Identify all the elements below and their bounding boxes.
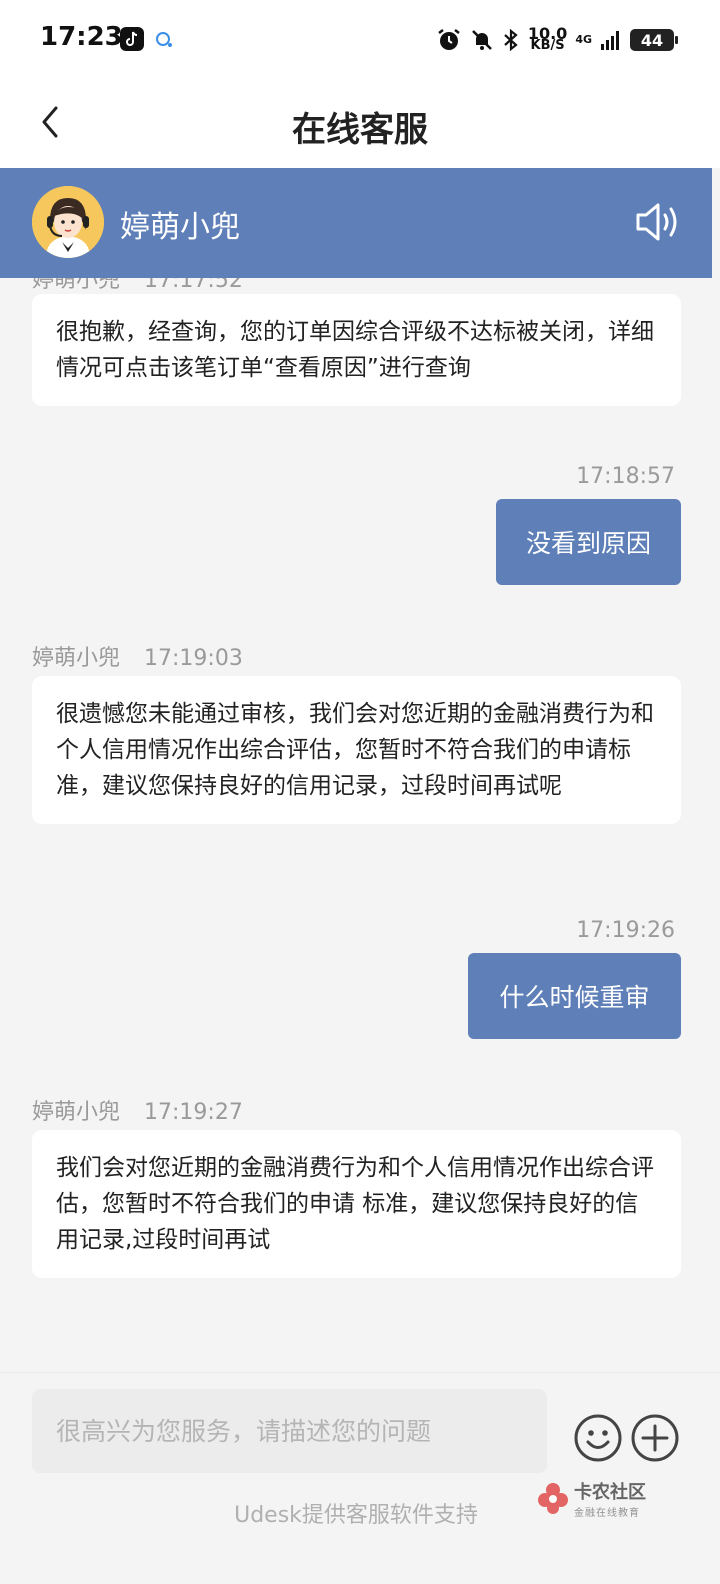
- status-icons: 10.0 KB/S 4G 44: [436, 24, 678, 56]
- incoming-message-bubble: 很抱歉，经查询，您的订单因综合评级不达标被关闭，详细情况可点击该笔订单“查看原因…: [32, 294, 681, 406]
- plus-circle-icon: [630, 1414, 680, 1467]
- agent-name: 婷萌小兜: [120, 210, 240, 245]
- emoji-button[interactable]: [573, 1413, 623, 1463]
- incoming-message-bubble: 很遗憾您未能通过审核，我们会对您近期的金融消费行为和个人信用情况作出综合评估，您…: [32, 676, 681, 824]
- message-time: 17:19:26: [576, 918, 675, 943]
- speaker-icon: [634, 203, 682, 248]
- status-bar: 17:23 10.0 KB/S 4G 44: [0, 0, 720, 80]
- tiktok-icon: [120, 27, 144, 51]
- signal-icon: [600, 28, 622, 52]
- smiley-icon: [573, 1414, 623, 1467]
- message-list[interactable]: 婷萌小兜 17:17:52 很抱歉，经查询，您的订单因综合评级不达标被关闭，详细情…: [0, 278, 712, 1372]
- input-bar: Udesk提供客服软件支持 卡农社区 金融在线教育: [0, 1372, 720, 1584]
- outgoing-message-bubble: 没看到原因: [496, 499, 681, 585]
- alarm-icon: [436, 27, 462, 53]
- watermark-title: 卡农社区: [574, 1481, 646, 1503]
- battery-indicator: 44: [630, 29, 678, 51]
- incoming-message-bubble: 我们会对您近期的金融消费行为和个人信用情况作出综合评估，您暂时不符合我们的申请 …: [32, 1130, 681, 1278]
- message-sender: 婷萌小兜: [32, 646, 121, 671]
- page-title: 在线客服: [292, 110, 428, 150]
- agent-avatar: [32, 186, 104, 258]
- bluetooth-icon: [502, 28, 520, 52]
- message-sender: 婷萌小兜: [32, 278, 121, 293]
- message-meta: 婷萌小兜 17:17:52: [32, 278, 243, 294]
- watermark-logo: 卡农社区 金融在线教育: [536, 1481, 646, 1519]
- message-input[interactable]: [32, 1389, 547, 1473]
- chat-app-icon: [154, 30, 174, 50]
- message-meta: 婷萌小兜 17:19:27: [32, 1094, 243, 1126]
- outgoing-message-bubble: 什么时候重审: [468, 953, 681, 1039]
- message-time: 17:19:27: [144, 1100, 243, 1125]
- agent-header: 婷萌小兜: [0, 168, 712, 278]
- message-time: 17:17:52: [144, 278, 243, 293]
- sound-toggle-button[interactable]: [634, 200, 682, 244]
- message-meta: 婷萌小兜 17:19:03: [32, 640, 243, 672]
- watermark-subtitle: 金融在线教育: [574, 1507, 640, 1519]
- network-speed: 10.0 KB/S: [527, 24, 568, 53]
- flower-logo-icon: [536, 1481, 570, 1519]
- message-sender: 婷萌小兜: [32, 1100, 121, 1125]
- status-time: 17:23: [40, 22, 123, 52]
- title-bar: 在线客服: [0, 80, 720, 168]
- more-button[interactable]: [630, 1413, 680, 1463]
- message-time: 17:18:57: [576, 464, 675, 489]
- mute-bell-icon: [470, 28, 494, 52]
- network-type: 4G: [575, 33, 592, 46]
- message-time: 17:19:03: [144, 646, 243, 671]
